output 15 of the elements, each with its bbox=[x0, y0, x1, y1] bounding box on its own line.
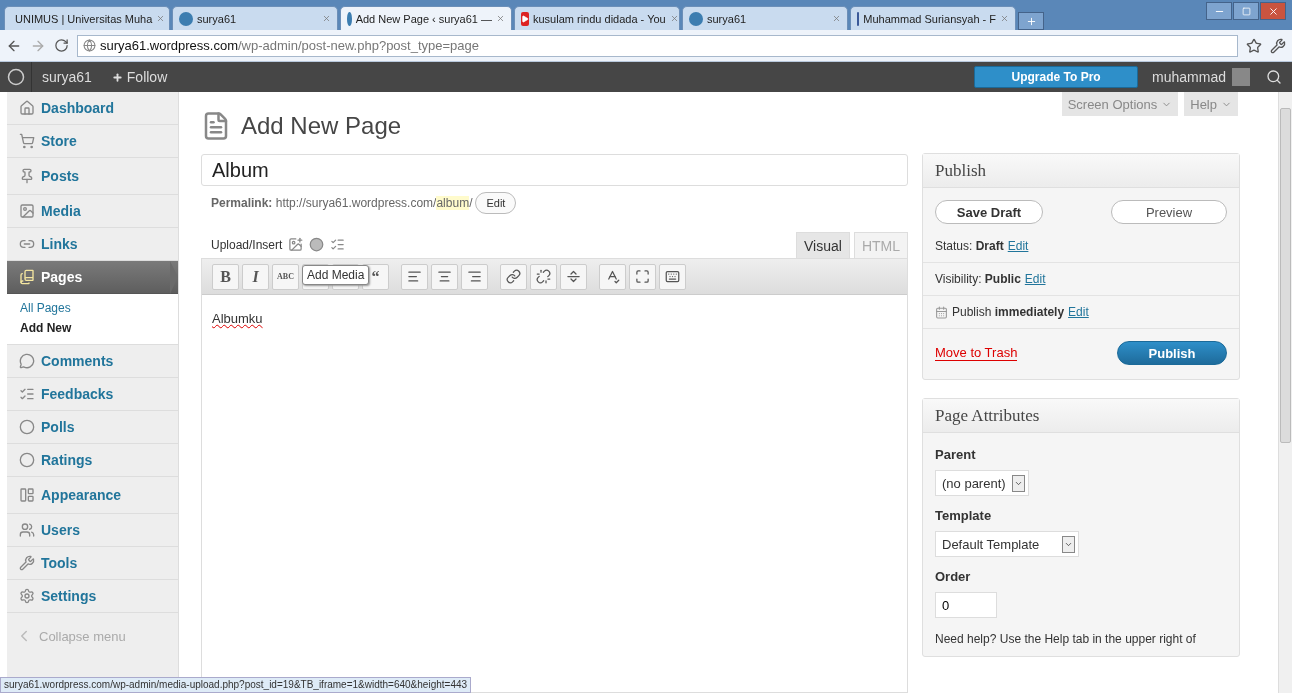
field-label: Template bbox=[935, 508, 992, 523]
field-label: Order bbox=[935, 569, 971, 584]
page-title: Add New Page bbox=[241, 112, 402, 140]
panel-title: Page Attributes bbox=[923, 399, 1239, 433]
meta-text: Publish immediately bbox=[952, 305, 1065, 319]
help-text: Need help? Use the Help tab in the upper right of bbox=[935, 632, 1196, 646]
permalink-text: Permalink: http://surya61.wordpress.com/album/ bbox=[211, 196, 473, 210]
meta-text: Visibility: Public bbox=[935, 272, 1021, 286]
panel-title: Publish bbox=[923, 154, 1239, 188]
status-url: surya61.wordpress.com/wp-admin/media-upload.php?post_id=19&TB_iframe=1&width=640&height=443 bbox=[0, 677, 472, 693]
field-label: Parent bbox=[935, 447, 976, 462]
meta-text: Status: Draft bbox=[935, 239, 1004, 253]
editor-content: Albumku bbox=[212, 311, 263, 326]
upload-insert-label: Upload/Insert bbox=[211, 238, 283, 254]
tooltip: Add Media bbox=[302, 265, 370, 285]
